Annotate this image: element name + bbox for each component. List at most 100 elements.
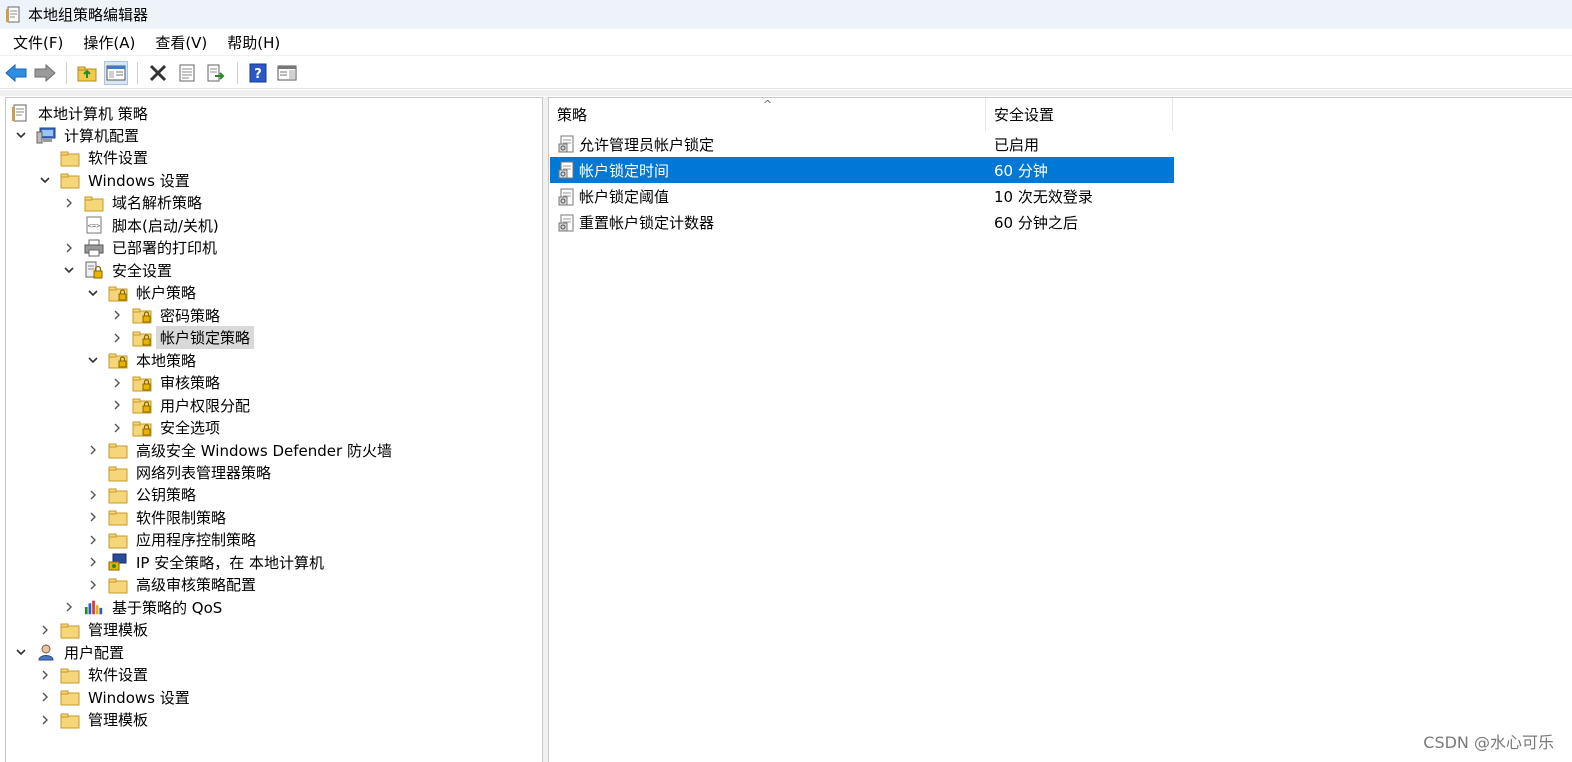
tree-item[interactable]: 基于策略的 QoS: [62, 596, 226, 618]
chevron-right-icon[interactable]: [110, 376, 124, 390]
chevron-right-icon[interactable]: [110, 331, 124, 345]
delete-button[interactable]: [146, 61, 170, 85]
list-row[interactable]: 允许管理员帐户锁定 已启用: [550, 131, 1174, 157]
tree-item[interactable]: 高级审核策略配置: [86, 574, 260, 596]
chevron-right-icon[interactable]: [62, 241, 76, 255]
list-row[interactable]: 帐户锁定阈值 10 次无效登录: [550, 184, 1174, 210]
forward-button[interactable]: [33, 61, 57, 85]
chevron-right-icon[interactable]: [38, 690, 52, 704]
chevron-right-icon[interactable]: [86, 578, 100, 592]
tree-item[interactable]: IP 安全策略，在 本地计算机: [86, 551, 328, 573]
tree-item[interactable]: 帐户锁定策略: [110, 326, 255, 350]
help-button[interactable]: ?: [246, 61, 270, 85]
locked-folder-icon: [132, 329, 152, 347]
chevron-down-icon[interactable]: [86, 353, 100, 367]
chevron-down-icon[interactable]: [14, 645, 28, 659]
tree-item[interactable]: 安全选项: [110, 417, 224, 439]
tree-item[interactable]: 计算机配置: [14, 124, 143, 146]
list-header: ^ 策略 安全设置: [549, 98, 1572, 131]
tree-item[interactable]: 帐户策略: [86, 282, 200, 304]
tree-item[interactable]: Windows 设置: [38, 686, 194, 708]
policy-name: 重置帐户锁定计数器: [579, 214, 715, 233]
tree-item[interactable]: 公钥策略: [86, 484, 200, 506]
tree-item[interactable]: 已部署的打印机: [62, 237, 221, 259]
tree-item[interactable]: 域名解析策略: [62, 192, 206, 214]
console-tree-pane[interactable]: 本地计算机 策略 计算机配置 软件设置 Windows 设置 域名解析策略 <=> 脚本(启…: [5, 97, 543, 762]
chevron-right-icon[interactable]: [38, 713, 52, 727]
tree-item-label: 审核策略: [160, 374, 221, 393]
chevron-right-icon[interactable]: [86, 510, 100, 524]
tree-item[interactable]: 安全设置: [62, 259, 176, 281]
chevron-down-icon[interactable]: [62, 263, 76, 277]
tree-item[interactable]: <=> 脚本(启动/关机): [62, 214, 223, 236]
folder-icon: [60, 621, 80, 639]
policy-item-icon: [558, 188, 576, 206]
menu-file[interactable]: 文件(F): [3, 29, 73, 56]
chevron-right-icon[interactable]: [62, 196, 76, 210]
tree-item[interactable]: 软件设置: [38, 147, 152, 169]
tree-item-label: 用户配置: [64, 643, 125, 662]
console-tree-icon: [106, 65, 126, 80]
folder-icon: [60, 171, 80, 189]
help-icon: ?: [249, 63, 267, 82]
chevron-right-icon[interactable]: [86, 443, 100, 457]
list-row[interactable]: 帐户锁定时间 60 分钟: [550, 157, 1174, 184]
tree-item[interactable]: 用户配置: [14, 641, 128, 663]
tree-item-label: IP 安全策略，在 本地计算机: [136, 553, 325, 572]
chevron-down-icon[interactable]: [14, 128, 28, 142]
policy-document-icon: [10, 104, 30, 122]
chevron-right-icon[interactable]: [62, 600, 76, 614]
tree-item[interactable]: 软件设置: [38, 664, 152, 686]
chevron-down-icon[interactable]: [38, 173, 52, 187]
policy-item-icon: [558, 161, 576, 179]
folder-icon: [84, 194, 104, 212]
folder-icon: [60, 149, 80, 167]
tree-item-label: Windows 设置: [88, 688, 190, 707]
chevron-placeholder: [62, 218, 76, 232]
menu-view[interactable]: 查看(V): [145, 29, 217, 56]
chevron-right-icon[interactable]: [110, 398, 124, 412]
tree-item[interactable]: 审核策略: [110, 372, 224, 394]
properties-button[interactable]: [175, 61, 199, 85]
tree-item[interactable]: 高级安全 Windows Defender 防火墙: [86, 439, 396, 461]
menu-action[interactable]: 操作(A): [73, 29, 145, 56]
tree-item[interactable]: 软件限制策略: [86, 506, 230, 528]
tree-item[interactable]: 用户权限分配: [110, 394, 254, 416]
tree-item-label: 软件设置: [88, 666, 149, 685]
back-button[interactable]: [4, 61, 28, 85]
chevron-right-icon[interactable]: [86, 488, 100, 502]
details-list-pane[interactable]: ^ 策略 安全设置 允许管理员帐户锁定 已启用 帐户锁定时间 60 分钟 帐户锁定阈值 1…: [548, 97, 1572, 762]
tree-item[interactable]: 管理模板: [38, 709, 152, 731]
menu-help[interactable]: 帮助(H): [217, 29, 290, 56]
chevron-down-icon[interactable]: [86, 286, 100, 300]
chevron-placeholder: [38, 151, 52, 165]
show-action-pane-button[interactable]: [275, 61, 299, 85]
svg-text:?: ?: [254, 67, 262, 82]
show-hide-tree-button[interactable]: [104, 60, 128, 85]
chevron-right-icon[interactable]: [110, 308, 124, 322]
tree-item[interactable]: 网络列表管理器策略: [86, 462, 275, 484]
tree-item[interactable]: Windows 设置: [38, 169, 194, 191]
folder-icon: [108, 576, 128, 594]
tree-item[interactable]: 本地策略: [86, 349, 200, 371]
tree-item[interactable]: 密码策略: [110, 304, 224, 326]
qos-chart-icon: [84, 598, 104, 616]
chevron-right-icon[interactable]: [86, 533, 100, 547]
chevron-right-icon[interactable]: [86, 555, 100, 569]
locked-folder-icon: [108, 284, 128, 302]
chevron-right-icon[interactable]: [110, 421, 124, 435]
column-header-setting[interactable]: 安全设置: [986, 98, 1173, 131]
chevron-right-icon[interactable]: [38, 623, 52, 637]
tree-item[interactable]: 管理模板: [38, 619, 152, 641]
tree-item-label: 网络列表管理器策略: [136, 464, 272, 483]
tree-item[interactable]: 本地计算机 策略: [10, 102, 152, 124]
up-folder-button[interactable]: [75, 61, 99, 85]
list-row[interactable]: 重置帐户锁定计数器 60 分钟之后: [550, 210, 1174, 236]
folder-icon: [108, 441, 128, 459]
export-list-button[interactable]: [204, 61, 228, 85]
column-header-policy[interactable]: ^ 策略: [549, 98, 986, 131]
security-settings-icon: [84, 261, 104, 279]
chevron-right-icon[interactable]: [38, 668, 52, 682]
tree-item[interactable]: 应用程序控制策略: [86, 529, 260, 551]
tree-item-label: 高级安全 Windows Defender 防火墙: [136, 441, 392, 460]
